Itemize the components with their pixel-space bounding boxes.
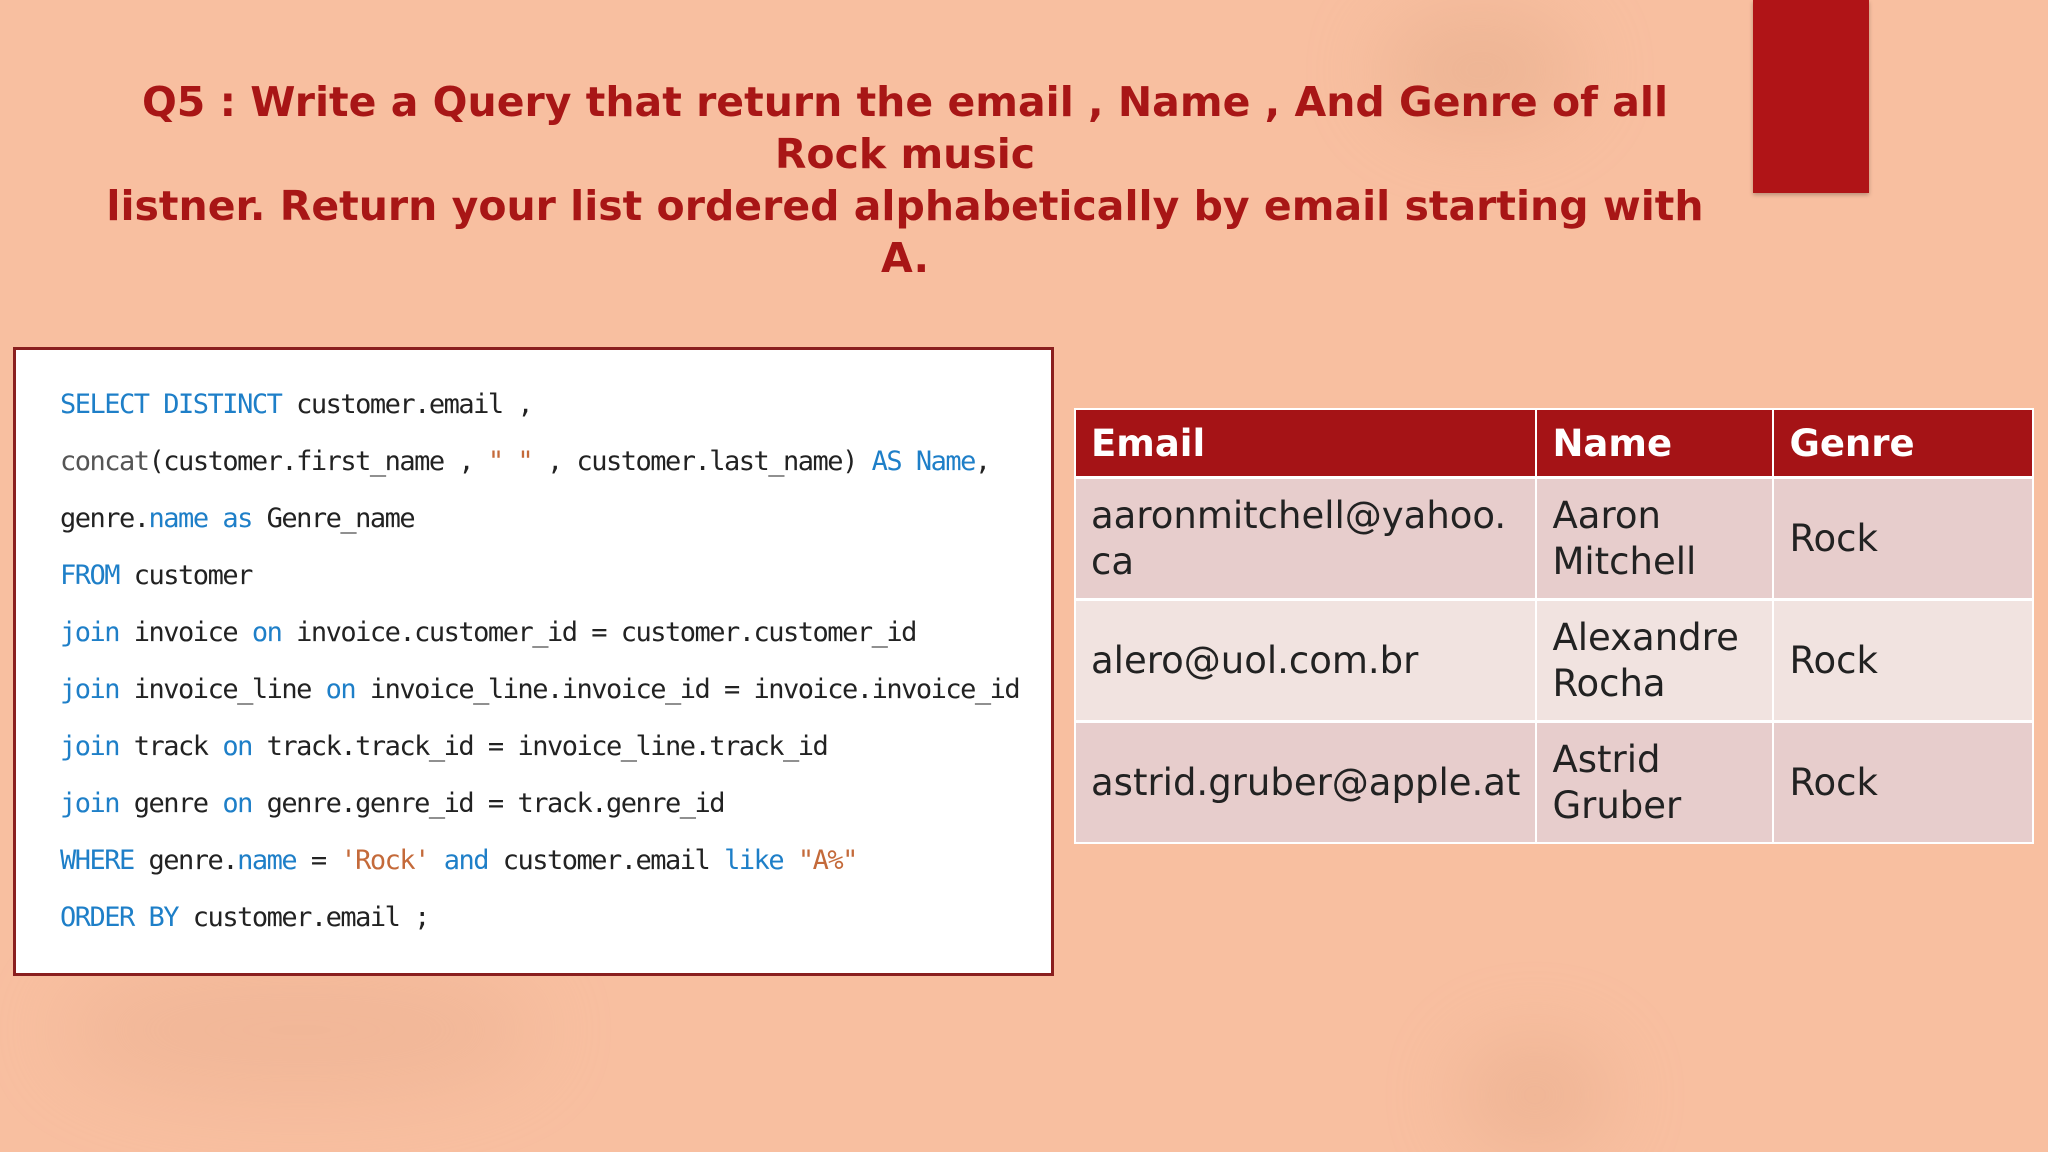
- table-header-row: Email Name Genre: [1075, 409, 2034, 478]
- accent-bar: [1753, 0, 1869, 193]
- code-line: WHERE genre.name = 'Rock' and customer.e…: [60, 832, 1051, 889]
- code-string: 'Rock': [340, 845, 430, 876]
- code-keyword: SELECT DISTINCT: [60, 389, 283, 420]
- code-line: join track on track.track_id = invoice_l…: [60, 718, 1051, 775]
- cell-name: Alexandre Rocha: [1536, 598, 1775, 722]
- code-keyword: join: [60, 788, 121, 819]
- code-keyword: join: [60, 617, 121, 648]
- code-text: customer.email: [487, 845, 725, 876]
- slide-title: Q5 : Write a Query that return the email…: [80, 76, 1730, 284]
- code-line: ORDER BY customer.email ;: [60, 889, 1051, 946]
- code-text: customer.email ;: [178, 902, 431, 933]
- code-keyword: WHERE: [60, 845, 135, 876]
- code-text: genre: [119, 788, 223, 819]
- code-text: invoice: [119, 617, 252, 648]
- code-keyword: and: [443, 845, 490, 876]
- code-text: customer: [119, 560, 254, 591]
- table-row: aaronmitchell@yahoo. ca Aaron Mitchell R…: [1075, 476, 2034, 600]
- background-blob: [60, 960, 540, 1100]
- code-text: (customer.first_name ,: [148, 446, 488, 477]
- code-text: invoice.customer_id = customer.customer_…: [281, 617, 917, 648]
- code-text: genre.: [60, 503, 150, 534]
- code-text: invoice_line: [119, 674, 326, 705]
- code-keyword: join: [60, 674, 121, 705]
- header-name: Name: [1536, 409, 1775, 478]
- cell-name: Astrid Gruber: [1536, 720, 1775, 843]
- code-keyword: ORDER BY: [60, 902, 180, 933]
- code-text: , customer.last_name): [532, 446, 872, 477]
- code-text: Genre_name: [251, 503, 416, 534]
- code-text: customer.email ,: [281, 389, 534, 420]
- code-line: join invoice_line on invoice_line.invoic…: [60, 661, 1051, 718]
- code-keyword: on: [222, 788, 253, 819]
- code-line: genre.name as Genre_name: [60, 490, 1051, 547]
- cell-name: Aaron Mitchell: [1536, 476, 1775, 600]
- code-text: track.track_id = invoice_line.track_id: [251, 731, 829, 762]
- code-text: concat: [60, 446, 150, 477]
- sql-code-block: SELECT DISTINCT customer.email , concat(c…: [13, 347, 1054, 976]
- code-keyword: name: [237, 845, 298, 876]
- code-line: join invoice on invoice.customer_id = cu…: [60, 604, 1051, 661]
- code-text: ,: [974, 446, 991, 477]
- background-blob: [1460, 1040, 1610, 1150]
- code-keyword: AS Name: [871, 446, 977, 477]
- code-line: SELECT DISTINCT customer.email ,: [60, 376, 1051, 433]
- code-keyword: name as: [148, 503, 254, 534]
- title-line-1: Q5 : Write a Query that return the email…: [141, 78, 1669, 178]
- code-string: "A%": [797, 845, 859, 876]
- cell-genre: Rock: [1773, 598, 2034, 722]
- code-line: FROM customer: [60, 547, 1051, 604]
- result-table: Email Name Genre aaronmitchell@yahoo. ca…: [1074, 408, 2034, 844]
- cell-genre: Rock: [1773, 720, 2034, 843]
- code-keyword: join: [60, 731, 121, 762]
- code-text: genre.: [133, 845, 239, 876]
- cell-genre: Rock: [1773, 476, 2034, 600]
- code-keyword: FROM: [60, 560, 121, 591]
- header-genre: Genre: [1773, 409, 2034, 478]
- code-text: =: [296, 845, 341, 876]
- code-line: join genre on genre.genre_id = track.gen…: [60, 775, 1051, 832]
- code-keyword: on: [222, 731, 253, 762]
- code-text: genre.genre_id = track.genre_id: [251, 788, 726, 819]
- code-text: invoice_line.invoice_id = invoice.invoic…: [355, 674, 1021, 705]
- header-email: Email: [1075, 409, 1538, 478]
- code-keyword: on: [325, 674, 357, 705]
- table-row: astrid.gruber@apple.at Astrid Gruber Roc…: [1075, 720, 2034, 843]
- cell-email: astrid.gruber@apple.at: [1075, 720, 1538, 843]
- code-text: track: [119, 731, 223, 762]
- cell-email: alero@uol.com.br: [1075, 598, 1538, 722]
- table-row: alero@uol.com.br Alexandre Rocha Rock: [1075, 598, 2034, 722]
- code-line: concat(customer.first_name , " " , custo…: [60, 433, 1051, 490]
- code-keyword: like: [724, 845, 785, 876]
- code-string: " ": [487, 446, 534, 477]
- code-keyword: on: [251, 617, 283, 648]
- cell-email: aaronmitchell@yahoo. ca: [1075, 476, 1538, 600]
- title-line-2: listner. Return your list ordered alphab…: [106, 182, 1704, 282]
